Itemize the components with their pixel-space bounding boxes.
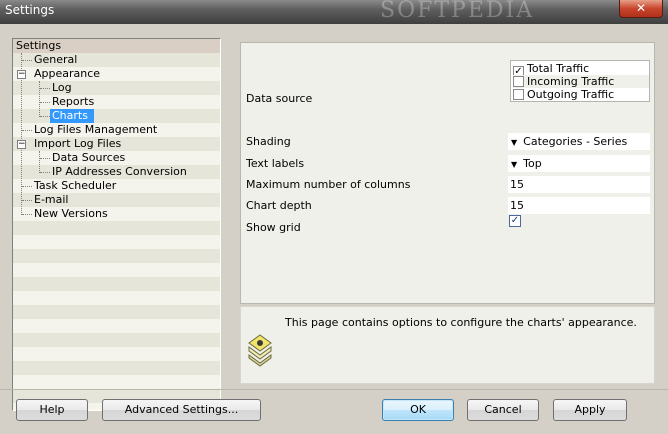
tree-item-label: Task Scheduler <box>34 179 117 192</box>
tree-item-label: Import Log Files <box>34 137 122 150</box>
checklist-item-label: Total Traffic <box>527 62 590 75</box>
dropdown-arrow-icon: ▼ <box>511 138 518 147</box>
divider <box>0 389 668 390</box>
tree-item-charts[interactable]: Charts <box>13 109 220 123</box>
check-icon: ✓ <box>510 215 520 226</box>
chart-depth-label: Chart depth <box>246 199 312 212</box>
collapse-icon[interactable]: − <box>17 70 26 79</box>
window-title: Settings <box>5 3 55 17</box>
tree-item-ip-addresses-conversion[interactable]: IP Addresses Conversion <box>13 165 220 179</box>
tree-item-new-versions[interactable]: New Versions <box>13 207 220 221</box>
data-source-checklist[interactable]: ✓ Total Traffic Incoming Traffic Outgoing… <box>510 60 650 102</box>
tree-item-import-log-files[interactable]: − Import Log Files <box>13 137 220 151</box>
tree-item-label: IP Addresses Conversion <box>52 165 187 178</box>
checklist-item-total-traffic[interactable]: ✓ Total Traffic <box>513 62 590 77</box>
dialog-body: Settings General − Appearance Log Report… <box>0 24 668 434</box>
dropdown-arrow-icon: ▼ <box>511 160 518 169</box>
tree-item-general[interactable]: General <box>13 53 220 67</box>
tree-item-reports[interactable]: Reports <box>13 95 220 109</box>
tree-item-data-sources[interactable]: Data Sources <box>13 151 220 165</box>
tree-item-label: Log Files Management <box>34 123 158 136</box>
watermark: SOFTPEDIA <box>380 0 535 23</box>
tree-item-label: New Versions <box>34 207 108 220</box>
checkbox[interactable] <box>513 76 524 87</box>
text-labels-dropdown[interactable]: ▼ Top <box>508 155 650 172</box>
tree-item-label: E-mail <box>34 193 69 206</box>
close-button[interactable]: ✕ <box>619 0 663 18</box>
tree-item-task-scheduler[interactable]: Task Scheduler <box>13 179 220 193</box>
tree-item-appearance[interactable]: − Appearance <box>13 67 220 81</box>
close-icon: ✕ <box>635 1 647 15</box>
cancel-button[interactable]: Cancel <box>467 399 539 421</box>
tree-item-label: Reports <box>52 95 95 108</box>
text-labels-label: Text labels <box>246 157 305 170</box>
tree-item-label: Data Sources <box>52 151 126 164</box>
checkbox[interactable] <box>513 89 524 100</box>
data-source-label: Data source <box>246 92 313 105</box>
tree-item-label: General <box>34 53 78 66</box>
tree-item-label: Log <box>52 81 72 94</box>
help-button[interactable]: Help <box>16 399 88 421</box>
info-text: This page contains options to configure … <box>285 316 637 329</box>
tree-item-log[interactable]: Log <box>13 81 220 95</box>
shading-dropdown[interactable]: ▼ Categories - Series <box>508 133 650 150</box>
tree-item-label: Appearance <box>34 67 101 80</box>
checklist-item-incoming-traffic[interactable]: Incoming Traffic <box>513 75 649 88</box>
info-box: This page contains options to configure … <box>240 306 655 384</box>
chart-depth-input[interactable]: 15 <box>508 197 650 214</box>
text-labels-value: Top <box>523 157 542 170</box>
max-columns-label: Maximum number of columns <box>246 178 411 191</box>
apply-button[interactable]: Apply <box>553 399 627 421</box>
tree-item-settings[interactable]: Settings <box>13 39 220 53</box>
info-bulb-icon <box>248 334 272 367</box>
show-grid-checkbox[interactable]: ✓ <box>509 215 521 227</box>
tree-item-label: Settings <box>16 39 62 52</box>
show-grid-label: Show grid <box>246 221 301 234</box>
tree-item-email[interactable]: E-mail <box>13 193 220 207</box>
title-bar: Settings SOFTPEDIA ✕ <box>0 0 668 24</box>
chart-options-panel: Data source ✓ Total Traffic Incoming Traf… <box>240 42 655 304</box>
collapse-icon[interactable]: − <box>17 140 26 149</box>
max-columns-input[interactable]: 15 <box>508 176 650 193</box>
tree-item-label: Charts <box>50 109 94 123</box>
checklist-item-label: Incoming Traffic <box>527 75 615 88</box>
ok-button[interactable]: OK <box>382 399 454 421</box>
shading-label: Shading <box>246 135 291 148</box>
checklist-item-outgoing-traffic[interactable]: Outgoing Traffic <box>513 88 614 101</box>
checklist-item-label: Outgoing Traffic <box>527 88 615 101</box>
advanced-settings-button[interactable]: Advanced Settings... <box>102 399 261 421</box>
settings-tree[interactable]: Settings General − Appearance Log Report… <box>12 38 221 411</box>
tree-item-log-files-management[interactable]: Log Files Management <box>13 123 220 137</box>
shading-value: Categories - Series <box>523 135 628 148</box>
